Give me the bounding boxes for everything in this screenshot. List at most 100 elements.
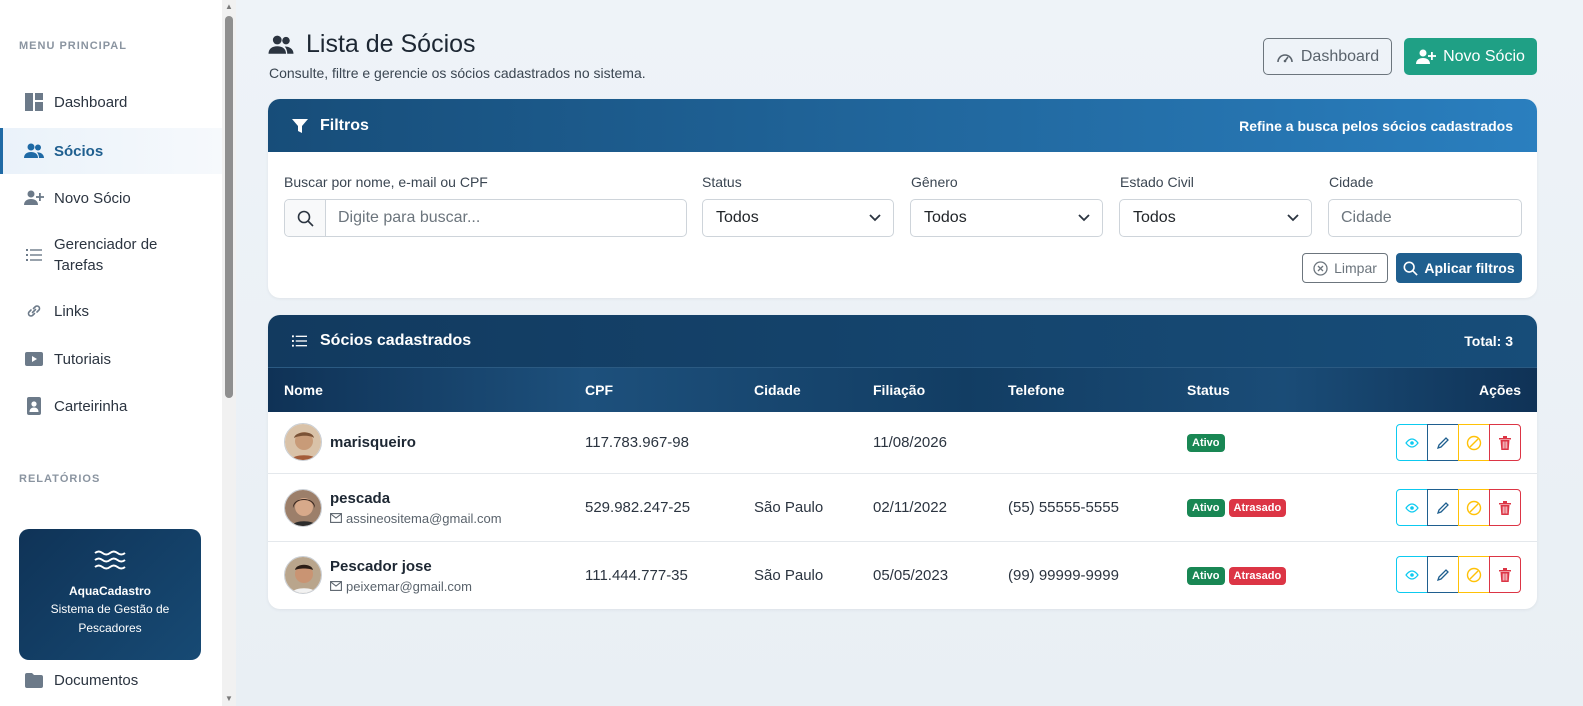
block-button[interactable]: [1458, 424, 1490, 461]
sidebar-item-label: Carteirinha: [54, 397, 128, 415]
eye-icon: [1405, 502, 1419, 513]
sidebar-item-label: Sócios: [54, 142, 104, 160]
scroll-down-icon[interactable]: ▼: [222, 692, 236, 706]
ban-icon: [1466, 435, 1482, 450]
envelope-icon: [330, 581, 342, 591]
table-row[interactable]: Pescador jose peixemar@gmail.com 111.444…: [268, 542, 1537, 609]
member-name: pescada: [330, 489, 391, 507]
column-header-cpf[interactable]: CPF: [585, 368, 613, 412]
table-header: Sócios cadastrados Total: 3: [268, 315, 1537, 368]
status-label: Status: [702, 174, 742, 190]
edit-button[interactable]: [1427, 424, 1459, 461]
users-icon: [268, 33, 296, 57]
search-group: [284, 199, 687, 237]
filters-title: Filtros: [320, 116, 369, 134]
member-affiliation: 05/05/2023: [873, 567, 949, 584]
list-icon: [292, 335, 307, 347]
view-button[interactable]: [1396, 556, 1428, 593]
eye-icon: [1405, 437, 1419, 448]
member-status: Ativo Atrasado: [1187, 474, 1290, 541]
delete-button[interactable]: [1489, 489, 1521, 526]
filters-hint: Refine a busca pelos sócios cadastrados: [1239, 117, 1513, 134]
marital-select[interactable]: Todos: [1119, 199, 1312, 237]
apply-filters-label: Aplicar filtros: [1424, 260, 1515, 276]
sidebar-section-reports: RELATÓRIOS: [19, 473, 101, 485]
apply-filters-button[interactable]: Aplicar filtros: [1396, 253, 1522, 283]
filter-icon: [292, 118, 308, 133]
new-member-button[interactable]: Novo Sócio: [1404, 38, 1537, 75]
column-header-phone[interactable]: Telefone: [1008, 368, 1065, 412]
gender-select-value: Todos: [924, 209, 967, 226]
sidebar-item-socios[interactable]: Sócios: [0, 128, 222, 174]
sidebar-item-tarefas[interactable]: Gerenciador de Tarefas: [0, 227, 222, 283]
member-city: São Paulo: [754, 499, 824, 516]
column-header-city[interactable]: Cidade: [754, 368, 801, 412]
member-affiliation: 02/11/2022: [873, 499, 947, 516]
marital-label: Estado Civil: [1120, 174, 1194, 190]
column-header-affiliation[interactable]: Filiação: [873, 368, 925, 412]
view-button[interactable]: [1396, 424, 1428, 461]
column-header-name[interactable]: Nome: [284, 368, 323, 412]
filters-header: Filtros Refine a busca pelos sócios cada…: [268, 99, 1537, 152]
member-phone: (55) 55555-5555: [1008, 499, 1119, 516]
sidebar-item-label: Gerenciador de Tarefas: [54, 236, 158, 274]
sidebar-item-links[interactable]: Links: [0, 288, 222, 334]
id-card-icon: [24, 396, 44, 416]
member-name-cell: pescada assineositema@gmail.com: [330, 474, 502, 541]
clear-filters-button[interactable]: Limpar: [1302, 253, 1388, 283]
block-button[interactable]: [1458, 489, 1490, 526]
search-label: Buscar por nome, e-mail ou CPF: [284, 174, 488, 190]
edit-button[interactable]: [1427, 489, 1459, 526]
column-header-status[interactable]: Status: [1187, 368, 1230, 412]
waves-icon: [19, 549, 201, 576]
brand-title: AquaCadastro: [68, 584, 151, 598]
member-email: assineositema@gmail.com: [330, 511, 502, 526]
sidebar-scrollbar[interactable]: ▲ ▼: [222, 0, 236, 706]
link-icon: [24, 301, 44, 321]
pencil-icon: [1436, 568, 1449, 581]
user-plus-icon: [1416, 49, 1437, 64]
sidebar-item-label: Links: [54, 302, 90, 320]
status-select[interactable]: Todos: [702, 199, 894, 237]
sidebar-item-documentos[interactable]: Documentos: [0, 657, 222, 703]
member-email: peixemar@gmail.com: [330, 579, 472, 594]
late-badge: Atrasado: [1228, 498, 1287, 517]
trash-icon: [1499, 567, 1511, 582]
envelope-icon: [330, 513, 342, 523]
delete-button[interactable]: [1489, 556, 1521, 593]
sidebar-item-tutoriais[interactable]: Tutoriais: [0, 336, 222, 382]
gender-select[interactable]: Todos: [910, 199, 1103, 237]
sidebar-item-carteirinha[interactable]: Carteirinha: [0, 383, 222, 429]
pencil-icon: [1436, 501, 1449, 514]
delete-button[interactable]: [1489, 424, 1521, 461]
late-badge: Atrasado: [1228, 566, 1287, 585]
list-icon: [24, 245, 44, 265]
sidebar-item-label: Tutoriais: [54, 350, 111, 368]
new-member-button-label: Novo Sócio: [1443, 47, 1525, 65]
status-select-value: Todos: [716, 209, 759, 226]
table-row[interactable]: pescada assineositema@gmail.com 529.982.…: [268, 474, 1537, 542]
search-input[interactable]: [326, 200, 686, 236]
brand-subtitle: Sistema de Gestão de Pescadores: [50, 602, 170, 635]
scroll-up-icon[interactable]: ▲: [222, 0, 236, 14]
sidebar-item-label: Documentos: [54, 671, 139, 689]
search-icon: [285, 200, 326, 236]
table-row[interactable]: marisqueiro 117.783.967-98 11/08/2026 At…: [268, 412, 1537, 474]
sidebar-item-novo-socio[interactable]: Novo Sócio: [0, 175, 222, 221]
close-circle-icon: [1313, 260, 1328, 276]
city-input[interactable]: [1328, 199, 1522, 237]
page-subtitle: Consulte, filtre e gerencie os sócios ca…: [269, 65, 646, 81]
table-total: Total: 3: [1464, 333, 1513, 349]
view-button[interactable]: [1396, 489, 1428, 526]
member-status: Ativo Atrasado: [1187, 542, 1290, 609]
scroll-thumb[interactable]: [225, 16, 233, 398]
member-cpf: 529.982.247-25: [585, 499, 691, 516]
sidebar-item-label: Novo Sócio: [54, 189, 131, 207]
sidebar-item-dashboard[interactable]: Dashboard: [0, 79, 222, 125]
search-icon: [1403, 261, 1419, 276]
member-name: marisqueiro: [330, 434, 416, 451]
dashboard-button[interactable]: Dashboard: [1263, 38, 1392, 75]
block-button[interactable]: [1458, 556, 1490, 593]
eye-icon: [1405, 569, 1419, 580]
edit-button[interactable]: [1427, 556, 1459, 593]
